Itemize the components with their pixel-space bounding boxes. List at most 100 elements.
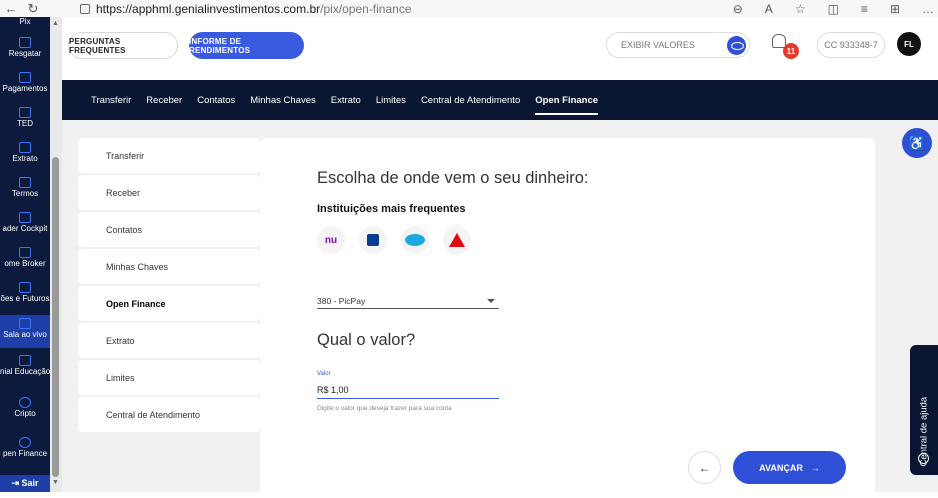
avatar[interactable]: FL <box>897 32 921 56</box>
help-center-tab[interactable]: Central de ajuda <box>910 345 938 475</box>
url-path: /pix/open-finance <box>320 1 412 16</box>
value-input[interactable]: R$ 1,00 <box>317 382 499 399</box>
frequent-institutions-heading: Instituições mais frequentes <box>317 203 466 215</box>
nubank-icon[interactable]: nu <box>317 226 345 254</box>
menu-item-transferir[interactable]: Transferir <box>78 138 260 173</box>
sidebar-item-label: Pix <box>19 17 31 26</box>
arrow-right-icon: → <box>810 462 820 473</box>
eye-icon[interactable] <box>727 36 746 55</box>
nav-contatos[interactable]: Contatos <box>197 80 235 120</box>
sidebar-item-home-broker[interactable]: ome Broker <box>0 247 50 268</box>
split-icon[interactable]: ◫ <box>828 2 839 16</box>
scroll-up-icon[interactable]: ▲ <box>52 20 59 27</box>
banco-do-brasil-icon[interactable] <box>359 226 387 254</box>
back-icon[interactable]: ← <box>0 1 22 16</box>
browser-toolbar: ← ↻ https://apphml.genialinvestimentos.c… <box>0 0 938 17</box>
accessibility-icon[interactable]: ♿ <box>902 128 932 158</box>
live-icon <box>19 318 31 329</box>
santander-icon[interactable] <box>443 226 471 254</box>
sidebar-item-label: Termos <box>11 189 39 198</box>
mercado-pago-icon[interactable] <box>401 226 429 254</box>
cockpit-icon <box>19 212 31 223</box>
sidebar-item-resgatar[interactable]: Resgatar <box>0 37 50 58</box>
favorites-list-icon[interactable]: ≡ <box>861 2 868 16</box>
sidebar-item-label: Sair <box>21 478 39 488</box>
sidebar-item-label: ome Broker <box>4 259 46 268</box>
education-icon <box>19 355 31 366</box>
sidebar-item-termos[interactable]: Termos <box>0 177 50 198</box>
refresh-icon[interactable]: ↻ <box>22 1 44 17</box>
back-button[interactable]: ← <box>688 451 721 484</box>
statement-icon <box>19 142 31 153</box>
nav-receber[interactable]: Receber <box>146 80 182 120</box>
scroll-down-icon[interactable]: ▼ <box>52 479 59 486</box>
chart-icon <box>19 247 31 258</box>
sidebar-item-trader-cockpit[interactable]: ader Cockpit <box>0 212 50 233</box>
zoom-icon[interactable]: ⊖ <box>733 2 743 16</box>
sidebar-item-label: TED <box>17 119 33 128</box>
main-content: Transferir Receber Contatos Minhas Chave… <box>62 120 938 498</box>
value-title: Qual o valor? <box>317 331 416 349</box>
nav-limites[interactable]: Limites <box>376 80 406 120</box>
arrow-left-icon: ← <box>698 460 711 475</box>
value-field-label: Valor <box>317 371 331 377</box>
sidebar-item-open-finance[interactable]: pen Finance <box>0 437 50 458</box>
sidebar-item-sala-ao-vivo[interactable]: Sala ao vivo <box>0 315 50 348</box>
sidebar-item-extrato[interactable]: Extrato <box>0 142 50 163</box>
sidebar-item-genial-educacao[interactable]: nial Educação <box>0 355 50 376</box>
sidebar-item-opcoes-futuros[interactable]: ões e Futuros <box>0 282 50 303</box>
open-finance-card: Escolha de onde vem o seu dinheiro: Inst… <box>260 138 875 498</box>
source-title: Escolha de onde vem o seu dinheiro: <box>317 169 589 187</box>
url-host: https://apphml.genialinvestimentos.com.b… <box>96 1 321 16</box>
sidebar-item-label: ader Cockpit <box>2 224 48 233</box>
sidebar-item-cripto[interactable]: Cripto <box>0 397 50 418</box>
collections-icon[interactable]: ⊞ <box>890 2 900 16</box>
nav-central-atendimento[interactable]: Central de Atendimento <box>421 80 520 120</box>
sidebar-item-sair[interactable]: ⇥ Sair <box>0 475 50 492</box>
sidebar-item-label: nial Educação <box>0 367 51 376</box>
browser-actions: ⊖ A ☆ ◫ ≡ ⊞ … <box>733 0 934 17</box>
show-values-label: EXIBIR VALORES <box>621 40 695 50</box>
sidebar-item-label: ões e Futuros <box>0 294 50 303</box>
menu-item-extrato[interactable]: Extrato <box>78 323 260 358</box>
menu-item-limites[interactable]: Limites <box>78 360 260 395</box>
left-sidebar: Pix Resgatar Pagamentos TED Extrato Term… <box>0 17 62 492</box>
address-bar[interactable]: https://apphml.genialinvestimentos.com.b… <box>80 0 412 17</box>
faq-button[interactable]: PERGUNTAS FREQUENTES <box>68 32 178 59</box>
frequent-banks: nu <box>317 226 471 254</box>
sidebar-item-label: pen Finance <box>2 449 48 458</box>
informe-rendimentos-button[interactable]: INFORME DE RENDIMENTOS <box>189 32 304 59</box>
resgatar-icon <box>19 37 31 48</box>
ted-icon <box>19 107 31 118</box>
sidebar-item-pagamentos[interactable]: Pagamentos <box>0 72 50 93</box>
nav-minhas-chaves[interactable]: Minhas Chaves <box>250 80 315 120</box>
account-selector[interactable]: CC 933348-7 <box>817 32 885 58</box>
sidebar-item-pix[interactable]: Pix <box>0 17 50 26</box>
chevron-down-icon <box>487 299 495 303</box>
sidebar-item-label: Resgatar <box>8 49 42 58</box>
sidebar-item-label: Pagamentos <box>2 84 48 93</box>
crypto-icon <box>19 397 31 408</box>
sidebar-item-ted[interactable]: TED <box>0 107 50 128</box>
menu-item-open-finance[interactable]: Open Finance <box>78 286 260 321</box>
show-values-toggle[interactable]: EXIBIR VALORES <box>606 32 750 58</box>
bank-select[interactable]: 380 - PicPay <box>317 293 499 309</box>
advance-button[interactable]: AVANÇAR → <box>733 451 846 484</box>
menu-item-minhas-chaves[interactable]: Minhas Chaves <box>78 249 260 284</box>
nav-transferir[interactable]: Transferir <box>91 80 131 120</box>
sidebar-scrollbar[interactable]: ▲ ▼ <box>50 17 62 492</box>
favorite-icon[interactable]: ☆ <box>795 2 806 16</box>
menu-item-contatos[interactable]: Contatos <box>78 212 260 247</box>
futures-icon <box>19 282 31 293</box>
sidebar-item-label: Sala ao vivo <box>3 330 47 339</box>
nav-extrato[interactable]: Extrato <box>331 80 361 120</box>
nav-open-finance[interactable]: Open Finance <box>535 80 598 120</box>
menu-item-central-atendimento[interactable]: Central de Atendimento <box>78 397 260 432</box>
more-icon[interactable]: … <box>922 2 934 16</box>
lock-icon <box>80 3 90 14</box>
read-aloud-icon[interactable]: A <box>765 2 773 16</box>
scrollbar-thumb[interactable] <box>52 157 59 477</box>
terms-icon <box>19 177 31 188</box>
menu-item-receber[interactable]: Receber <box>78 175 260 210</box>
notification-badge: 11 <box>783 43 799 59</box>
